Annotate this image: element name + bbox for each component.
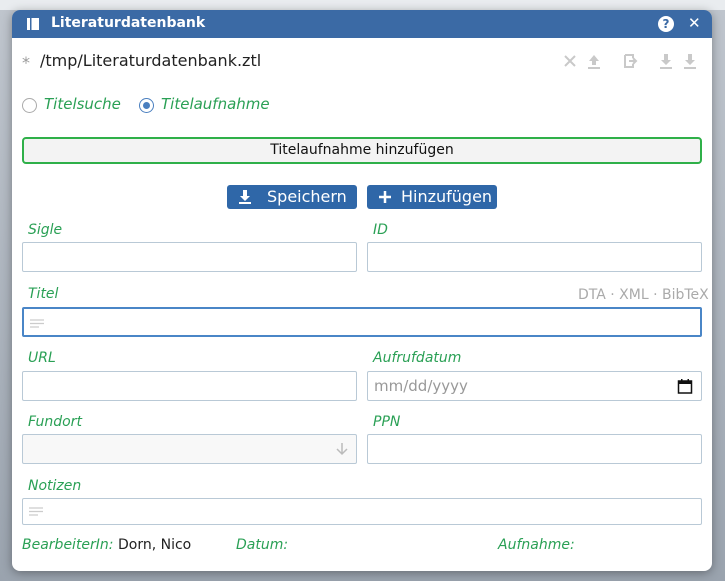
- file-path: /tmp/Literaturdatenbank.ztl: [40, 51, 262, 70]
- radio-label-titelsuche[interactable]: Titelsuche: [44, 95, 121, 113]
- radio-titelaufnahme[interactable]: [139, 98, 154, 113]
- id-field[interactable]: [367, 242, 702, 272]
- unsaved-marker: *: [22, 53, 30, 72]
- sigle-field[interactable]: [22, 242, 357, 272]
- add-button-label: Hinzufügen: [401, 187, 493, 206]
- chevron-down-icon: [336, 443, 348, 456]
- fundort-select[interactable]: [22, 434, 357, 464]
- window-title: Literaturdatenbank: [51, 15, 206, 31]
- label-sigle: Sigle: [28, 222, 63, 238]
- label-notizen: Notizen: [28, 478, 82, 494]
- radio-label-titelaufnahme[interactable]: Titelaufnahme: [161, 95, 270, 113]
- add-button[interactable]: Hinzufügen: [367, 185, 497, 209]
- export-icon[interactable]: [622, 52, 638, 70]
- titel-field[interactable]: [22, 307, 702, 337]
- title-bar: Literaturdatenbank ? ✕: [12, 10, 712, 38]
- save-button[interactable]: Speichern: [227, 185, 357, 209]
- footer-editor: BearbeiterIn: Dorn, Nico: [22, 537, 191, 553]
- ppn-field[interactable]: [367, 434, 702, 464]
- date-label: Datum:: [236, 537, 289, 553]
- label-id: ID: [373, 222, 388, 238]
- footer-date: Datum:: [236, 537, 288, 553]
- help-icon[interactable]: ?: [658, 16, 674, 32]
- book-icon: [27, 18, 39, 30]
- date-placeholder: mm/dd/yyyy: [374, 377, 468, 395]
- add-record-button[interactable]: Titelaufnahme hinzufügen: [22, 137, 702, 164]
- notizen-field[interactable]: [22, 498, 702, 525]
- label-ppn: PPN: [373, 414, 401, 430]
- footer-record: Aufnahme:: [498, 537, 575, 553]
- save-download-icon: [239, 190, 251, 204]
- label-titel: Titel: [28, 286, 59, 302]
- plus-icon: [379, 191, 391, 203]
- label-aufrufdatum: Aufrufdatum: [373, 350, 462, 366]
- download-icon[interactable]: [682, 52, 698, 70]
- close-icon[interactable]: ✕: [688, 14, 701, 32]
- import-icon[interactable]: [658, 52, 674, 70]
- text-lines-icon: [30, 319, 44, 328]
- url-field[interactable]: [22, 371, 357, 401]
- label-fundort: Fundort: [28, 414, 82, 430]
- record-label: Aufnahme:: [498, 537, 575, 553]
- literature-db-dialog: Literaturdatenbank ? ✕ * /tmp/Literaturd…: [12, 10, 712, 571]
- radio-titelsuche[interactable]: [22, 98, 37, 113]
- editor-value: Dorn, Nico: [117, 537, 192, 553]
- calendar-icon[interactable]: [677, 378, 693, 394]
- editor-label: BearbeiterIn:: [22, 537, 114, 553]
- close-file-icon[interactable]: [562, 52, 578, 70]
- text-lines-icon: [29, 507, 43, 516]
- save-button-label: Speichern: [267, 187, 347, 206]
- upload-icon[interactable]: [586, 52, 602, 70]
- format-options[interactable]: DTA · XML · BibTeX: [578, 287, 709, 303]
- aufrufdatum-field[interactable]: mm/dd/yyyy: [367, 371, 702, 401]
- label-url: URL: [28, 350, 56, 366]
